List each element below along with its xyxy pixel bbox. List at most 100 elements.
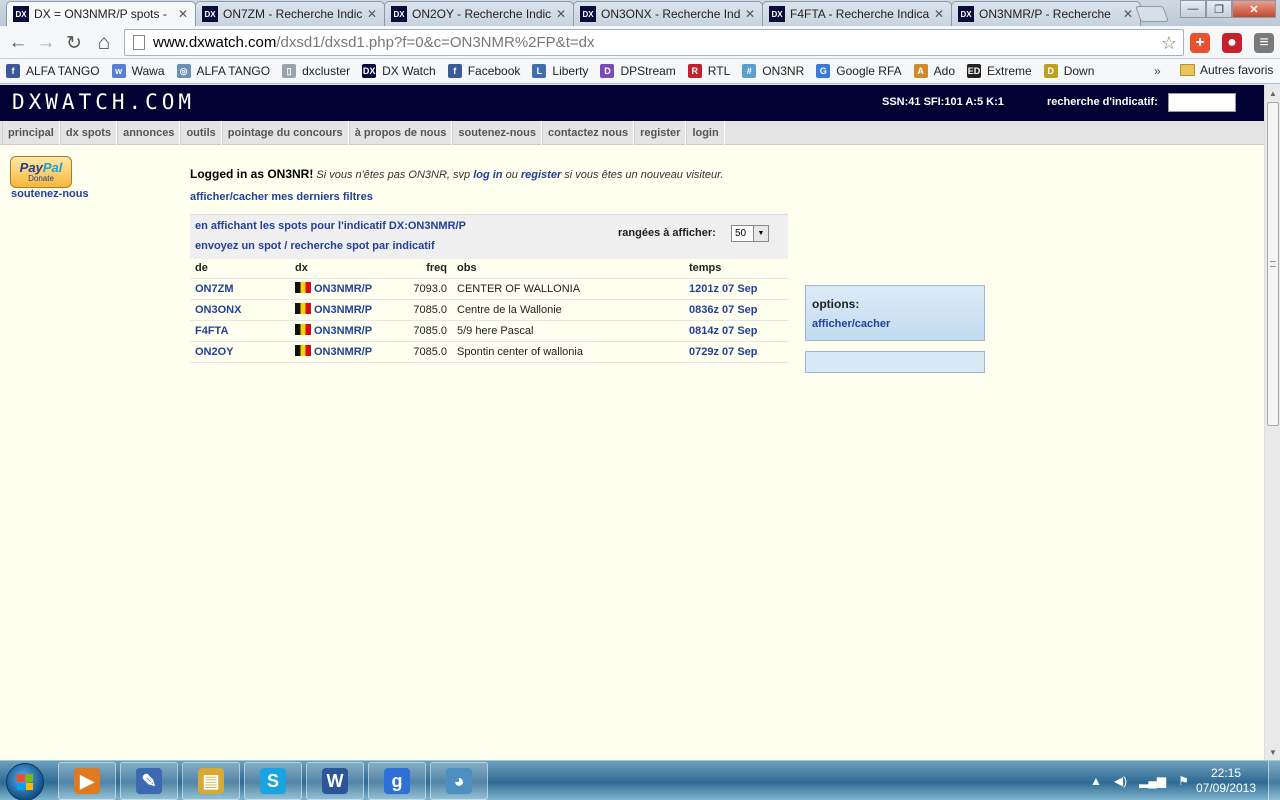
column-header[interactable]: temps <box>684 259 788 278</box>
tab-close-icon[interactable]: ✕ <box>177 7 189 21</box>
toggle-filters-link[interactable]: afficher/cacher mes derniers filtres <box>190 191 373 203</box>
column-header[interactable]: dx <box>290 259 382 278</box>
tab-close-icon[interactable]: ✕ <box>366 7 378 21</box>
browser-tab[interactable]: DX ON2OY - Recherche Indic ✕ <box>384 1 574 26</box>
tab-close-icon[interactable]: ✕ <box>555 7 567 21</box>
bookmark-item[interactable]: R RTL <box>687 64 730 78</box>
search-spot-link[interactable]: recherche spot par indicatif <box>290 240 434 252</box>
new-tab-button[interactable] <box>1135 6 1169 22</box>
bookmark-item[interactable]: f ALFA TANGO <box>6 64 100 78</box>
home-button[interactable]: ⌂ <box>92 31 116 55</box>
support-link[interactable]: soutenez-nous <box>11 188 89 200</box>
bookmark-item[interactable]: G Google RFA <box>816 64 902 78</box>
spotter-link[interactable]: F4FTA <box>195 325 228 337</box>
callsign-search-input[interactable] <box>1168 93 1236 112</box>
nav-item[interactable]: principal <box>2 121 60 145</box>
bookmark-item[interactable]: # ON3NR <box>742 64 804 78</box>
column-header[interactable]: freq <box>382 259 452 278</box>
spotter-link[interactable]: ON2OY <box>195 346 234 358</box>
time-link[interactable]: 0836z 07 Sep <box>689 304 758 316</box>
time-link[interactable]: 1201z 07 Sep <box>689 283 758 295</box>
register-link[interactable]: register <box>521 169 561 181</box>
adblock-extension-icon[interactable]: ● <box>1222 33 1242 53</box>
scroll-down-icon[interactable]: ▼ <box>1265 744 1280 760</box>
nav-item[interactable]: contactez nous <box>542 121 635 145</box>
browser-toolbar: ← → ↻ ⌂ www.dxwatch.com/dxsd1/dxsd1.php?… <box>0 26 1280 59</box>
bookmark-item[interactable]: ◎ ALFA TANGO <box>176 64 270 78</box>
site-logo[interactable]: DXWATCH.COM <box>12 90 195 114</box>
show-desktop-button[interactable] <box>1268 761 1280 800</box>
plus-extension-icon[interactable]: + <box>1190 33 1210 53</box>
nav-item[interactable]: pointage du concours <box>221 121 349 145</box>
bookmark-star-icon[interactable]: ☆ <box>1161 33 1177 54</box>
vertical-scrollbar[interactable]: ▲ ▼ <box>1264 85 1280 760</box>
bookmark-item[interactable]: D DPStream <box>600 64 676 78</box>
nav-item[interactable]: register <box>634 121 687 145</box>
bookmark-item[interactable]: L Liberty <box>532 64 588 78</box>
paypal-donate-button[interactable]: PayPal Donate <box>10 156 72 188</box>
taskbar-app[interactable]: S <box>244 762 302 800</box>
taskbar-app[interactable]: ▶ <box>58 762 116 800</box>
nav-item[interactable]: à propos de nous <box>348 121 453 145</box>
other-bookmarks[interactable]: Autres favoris <box>1180 63 1273 77</box>
menu-wrench-icon[interactable]: ≡ <box>1254 33 1274 53</box>
bookmarks-overflow-button[interactable]: » <box>1154 64 1161 78</box>
dx-callsign-link[interactable]: ON3NMR/P <box>314 304 372 316</box>
spotter-link[interactable]: ON7ZM <box>195 283 234 295</box>
send-spot-link[interactable]: envoyez un spot <box>195 240 281 252</box>
login-link[interactable]: log in <box>473 169 502 181</box>
dx-callsign-link[interactable]: ON3NMR/P <box>314 325 372 337</box>
taskbar-app[interactable]: ◕ <box>430 762 488 800</box>
spotter-link[interactable]: ON3ONX <box>195 304 241 316</box>
column-header[interactable]: obs <box>452 259 684 278</box>
bookmark-item[interactable]: f Facebook <box>447 64 520 78</box>
browser-tab[interactable]: DX DX = ON3NMR/P spots - ✕ <box>6 1 196 26</box>
taskbar-app[interactable]: ✎ <box>120 762 178 800</box>
close-window-button[interactable]: ✕ <box>1232 0 1276 18</box>
rows-select[interactable]: 50 ▼ <box>731 225 769 242</box>
taskbar-app[interactable]: W <box>306 762 364 800</box>
time-link[interactable]: 0814z 07 Sep <box>689 325 758 337</box>
nav-item[interactable]: soutenez-nous <box>452 121 542 145</box>
reload-button[interactable]: ↻ <box>62 31 86 55</box>
browser-tab[interactable]: DX ON3NMR/P - Recherche ✕ <box>951 1 1141 26</box>
scroll-thumb[interactable] <box>1267 102 1279 426</box>
tray-expand-icon[interactable]: ▲ <box>1090 774 1102 788</box>
login-status: Logged in as ON3NR! Si vous n'êtes pas O… <box>190 167 723 181</box>
browser-tab[interactable]: DX ON7ZM - Recherche Indic ✕ <box>195 1 385 26</box>
bookmark-item[interactable]: ED Extreme <box>967 64 1032 78</box>
bookmark-item[interactable]: D Down <box>1043 64 1094 78</box>
clock[interactable]: 22:15 07/09/2013 <box>1186 766 1266 796</box>
options-toggle-link[interactable]: afficher/cacher <box>812 318 890 330</box>
bookmark-item[interactable]: w Wawa <box>111 64 165 78</box>
tab-close-icon[interactable]: ✕ <box>1122 7 1134 21</box>
bookmark-item[interactable]: ▯ dxcluster <box>282 64 350 78</box>
start-button[interactable] <box>6 763 44 800</box>
tab-close-icon[interactable]: ✕ <box>933 7 945 21</box>
nav-item[interactable]: dx spots <box>59 121 118 145</box>
network-icon[interactable]: ▂▄▆ <box>1139 774 1166 788</box>
scroll-up-icon[interactable]: ▲ <box>1265 85 1280 101</box>
time-link[interactable]: 0729z 07 Sep <box>689 346 758 358</box>
bookmark-item[interactable]: A Ado <box>913 64 955 78</box>
browser-tab[interactable]: DX ON3ONX - Recherche Ind ✕ <box>573 1 763 26</box>
address-bar[interactable]: www.dxwatch.com/dxsd1/dxsd1.php?f=0&c=ON… <box>124 29 1184 56</box>
volume-icon[interactable]: ◀) <box>1114 774 1127 788</box>
column-header[interactable]: de <box>190 259 290 278</box>
tab-close-icon[interactable]: ✕ <box>744 7 756 21</box>
paypal-brand-a: Pay <box>19 159 43 175</box>
dx-callsign-link[interactable]: ON3NMR/P <box>314 346 372 358</box>
taskbar-app[interactable]: g <box>368 762 426 800</box>
taskbar-app[interactable]: ▤ <box>182 762 240 800</box>
nav-item[interactable]: outils <box>180 121 222 145</box>
forward-button[interactable]: → <box>34 31 58 55</box>
dx-callsign-link[interactable]: ON3NMR/P <box>314 283 372 295</box>
back-button[interactable]: ← <box>6 31 30 55</box>
minimize-button[interactable]: — <box>1180 0 1206 18</box>
nav-item[interactable]: annonces <box>117 121 181 145</box>
browser-tab[interactable]: DX F4FTA - Recherche Indica ✕ <box>762 1 952 26</box>
maximize-button[interactable]: ❐ <box>1206 0 1232 18</box>
site-nav: principal dx spots annonces outils pointage … <box>0 121 1264 145</box>
nav-item[interactable]: login <box>686 121 725 145</box>
bookmark-item[interactable]: DX DX Watch <box>362 64 436 78</box>
